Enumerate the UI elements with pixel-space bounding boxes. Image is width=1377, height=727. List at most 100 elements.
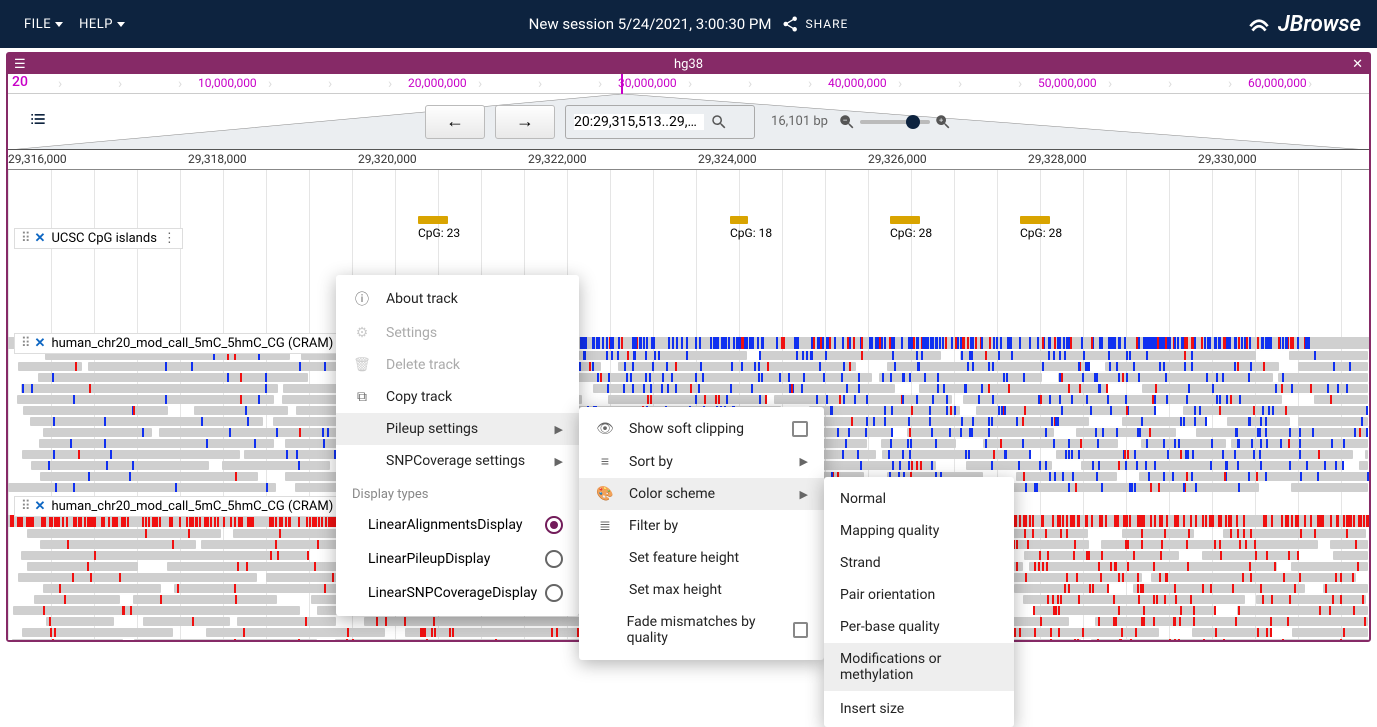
overview-tick: 50,000,000 — [1038, 76, 1097, 90]
menu-show-soft-clipping[interactable]: 👁Show soft clipping — [579, 413, 824, 445]
search-icon[interactable] — [710, 113, 728, 131]
menu-filter-by[interactable]: ≣Filter by — [579, 510, 824, 542]
sort-icon: ≡ — [595, 453, 615, 470]
chevron-right-icon: ▶ — [555, 423, 563, 436]
eye-icon: 👁 — [595, 421, 615, 437]
color-modifications[interactable]: Modifications or methylation — [824, 643, 1014, 691]
menu-section-label: Display types — [336, 477, 579, 508]
menu-copy-track[interactable]: ⧉Copy track — [336, 381, 579, 413]
cpg-feature[interactable] — [890, 216, 920, 224]
overview-tick: 60,000,000 — [1248, 76, 1307, 90]
view-header: ☰ hg38 ✕ — [8, 54, 1369, 74]
checkbox-icon — [792, 421, 808, 437]
cpg-feature[interactable] — [1020, 216, 1050, 224]
cpg-feature[interactable] — [418, 216, 448, 224]
cpg-feature-label: CpG: 23 — [418, 226, 460, 240]
close-track-button[interactable]: ✕ — [35, 499, 46, 514]
drag-handle-icon[interactable]: ⠿ — [21, 336, 29, 351]
chevron-right-icon: ▶ — [555, 455, 563, 468]
menu-pileup-settings[interactable]: Pileup settings▶ — [336, 413, 579, 445]
zoom-out-button[interactable] — [838, 113, 856, 131]
close-track-button[interactable]: ✕ — [35, 231, 46, 246]
menu-snp-settings[interactable]: SNPCoverage settings▶ — [336, 445, 579, 477]
file-menu[interactable]: FILE — [16, 11, 71, 38]
pan-right-button[interactable]: → — [495, 105, 555, 139]
overview-tick: 40,000,000 — [828, 76, 887, 90]
zoom-slider[interactable] — [860, 120, 930, 124]
assembly-name: hg38 — [674, 57, 703, 72]
overview-tick: 20,000,000 — [408, 76, 467, 90]
ruler-tick: 29,326,000 — [868, 152, 927, 166]
color-strand[interactable]: Strand — [824, 547, 1014, 579]
cpg-feature[interactable] — [730, 216, 748, 224]
menu-about-track[interactable]: ⓘAbout track — [336, 281, 579, 317]
zoom-in-button[interactable] — [934, 113, 952, 131]
menu-settings: ⚙Settings — [336, 317, 579, 349]
radio-icon — [545, 584, 563, 602]
ruler-tick: 29,316,000 — [8, 152, 67, 166]
color-scheme-submenu: Normal Mapping quality Strand Pair orien… — [824, 477, 1014, 727]
chevron-right-icon: ▶ — [800, 488, 808, 501]
radio-checked-icon — [545, 516, 563, 534]
ruler-tick: 29,330,000 — [1198, 152, 1257, 166]
view-menu-button[interactable]: ☰ — [8, 57, 32, 72]
menu-color-scheme[interactable]: 🎨Color scheme▶ — [579, 478, 824, 510]
cpg-track: CpG: 23 CpG: 18 CpG: 28 CpG: 28 — [8, 170, 1369, 280]
track-name: human_chr20_mod_call_5mC_5hmC_CG (CRAM) — [51, 499, 333, 514]
copy-icon: ⧉ — [352, 389, 372, 405]
cpg-feature-label: CpG: 28 — [1020, 226, 1062, 240]
color-insert-size[interactable]: Insert size — [824, 691, 1014, 721]
caret-down-icon — [55, 22, 63, 27]
overview-visible-region — [621, 74, 623, 94]
caret-down-icon — [117, 22, 125, 27]
app-topbar: FILE HELP New session 5/24/2021, 3:00:30… — [0, 0, 1377, 48]
color-normal[interactable]: Normal — [824, 483, 1014, 515]
display-type-linear-pileup[interactable]: LinearPileupDisplay — [336, 542, 579, 576]
session-title: New session 5/24/2021, 3:00:30 PM — [529, 15, 772, 33]
ruler-tick: 29,328,000 — [1028, 152, 1087, 166]
location-input[interactable] — [574, 114, 704, 130]
cpg-feature-label: CpG: 28 — [890, 226, 932, 240]
close-view-button[interactable]: ✕ — [1346, 57, 1369, 72]
display-type-linear-snp[interactable]: LinearSNPCoverageDisplay — [336, 576, 579, 610]
menu-set-feature-height[interactable]: Set feature height — [579, 542, 824, 574]
radio-icon — [545, 550, 563, 568]
menu-set-max-height[interactable]: Set max height — [579, 574, 824, 606]
zoom-slider-knob[interactable] — [906, 115, 920, 129]
drag-handle-icon[interactable]: ⠿ — [21, 499, 29, 514]
brand-logo: JBrowse — [1246, 11, 1361, 37]
trash-icon: 🗑 — [352, 357, 372, 373]
overview-scalebar[interactable]: 20 10,000,000 20,000,000 30,000,000 40,0… — [8, 74, 1369, 94]
drag-handle-icon[interactable]: ⠿ — [21, 231, 29, 246]
checkbox-icon — [793, 622, 808, 638]
ruler-tick: 29,318,000 — [188, 152, 247, 166]
track-label: ⠿ ✕ UCSC CpG islands ⋮ — [14, 228, 183, 249]
track-selector-button[interactable] — [28, 109, 48, 134]
color-mapping-quality[interactable]: Mapping quality — [824, 515, 1014, 547]
gear-icon: ⚙ — [352, 325, 372, 341]
pan-left-button[interactable]: ← — [425, 105, 485, 139]
menu-sort-by[interactable]: ≡Sort by▶ — [579, 445, 824, 478]
location-search[interactable] — [565, 105, 755, 139]
cpg-feature-label: CpG: 18 — [730, 226, 772, 240]
close-track-button[interactable]: ✕ — [35, 336, 46, 351]
ruler-tick: 29,320,000 — [358, 152, 417, 166]
track-context-menu: ⓘAbout track ⚙Settings 🗑Delete track ⧉Co… — [336, 275, 579, 616]
jbrowse-icon — [1246, 11, 1272, 37]
color-pair-orientation[interactable]: Pair orientation — [824, 579, 1014, 611]
help-menu[interactable]: HELP — [71, 11, 133, 38]
chevron-right-icon: ▶ — [800, 455, 808, 468]
sequence-ruler[interactable]: 29,316,000 29,318,000 29,320,000 29,322,… — [8, 150, 1369, 170]
ruler-tick: 29,324,000 — [698, 152, 757, 166]
track-menu-button[interactable]: ⋮ — [163, 231, 176, 246]
share-button[interactable]: SHARE — [781, 15, 848, 33]
display-type-linear-alignments[interactable]: LinearAlignmentsDisplay — [336, 508, 579, 542]
ruler-tick: 29,322,000 — [528, 152, 587, 166]
track-name: UCSC CpG islands — [51, 231, 156, 246]
menu-delete-track: 🗑Delete track — [336, 349, 579, 381]
menu-fade-mismatches[interactable]: Fade mismatches by quality — [579, 606, 824, 654]
navigation-controls: ← → 16,101 bp — [8, 94, 1369, 150]
filter-icon: ≣ — [595, 518, 615, 534]
bp-length-label: 16,101 bp — [771, 114, 828, 129]
color-per-base-quality[interactable]: Per-base quality — [824, 611, 1014, 643]
